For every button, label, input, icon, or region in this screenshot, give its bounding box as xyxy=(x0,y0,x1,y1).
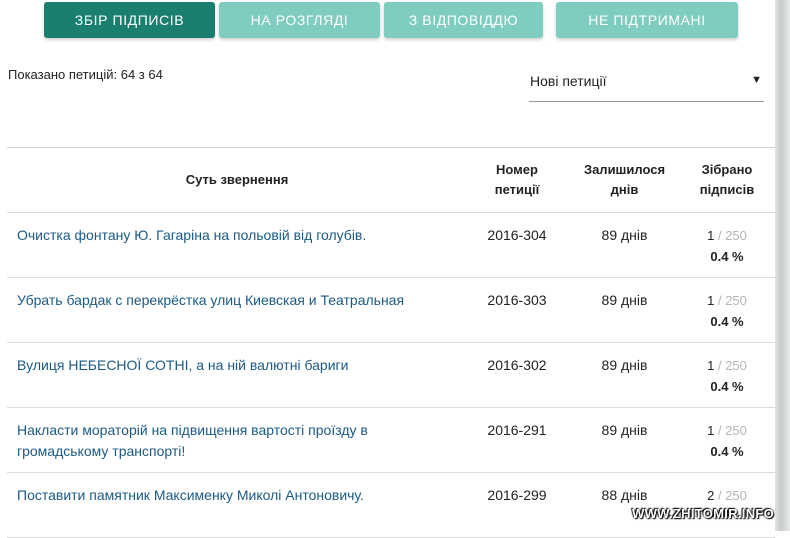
table-row: Вулиця НЕБЕСНОЇ СОТНІ, а на ній валютні … xyxy=(7,343,775,408)
tab-answered[interactable]: З відповіддю xyxy=(384,2,543,38)
signatures-cell: 1 / 250 0.4 % xyxy=(687,290,767,332)
petition-number: 2016-304 xyxy=(487,227,547,243)
petition-number: 2016-302 xyxy=(487,357,547,373)
days-left: 89 днів xyxy=(601,422,648,438)
header-number: Номер петиції xyxy=(494,162,540,197)
petition-link[interactable]: Очистка фонтану Ю. Гагаріна на польовій … xyxy=(17,227,366,243)
signature-separator: / xyxy=(714,293,726,308)
signature-separator: / xyxy=(714,488,726,503)
signature-separator: / xyxy=(714,423,726,438)
signatures-cell: 1 / 250 0.4 % xyxy=(687,225,767,267)
signature-goal: 250 xyxy=(725,423,747,438)
table-row: Накласти мораторій на підвищення вартост… xyxy=(7,408,775,473)
site-watermark: WWW.ZHITOMIR.INFO xyxy=(632,506,775,521)
signature-percent: 0.4 % xyxy=(710,444,744,459)
petitions-count-text: Показано петицій: 64 з 64 xyxy=(8,67,163,82)
petition-link[interactable]: Вулиця НЕБЕСНОЇ СОТНІ, а на ній валютні … xyxy=(17,357,348,373)
signature-goal: 250 xyxy=(725,488,747,503)
petition-link[interactable]: Поставити памятник Максименку Миколі Ант… xyxy=(17,487,364,503)
signature-goal: 250 xyxy=(725,228,747,243)
signature-percent: 0.4 % xyxy=(710,249,744,264)
days-left: 89 днів xyxy=(601,227,648,243)
sort-select[interactable]: Нові петиції ▼ xyxy=(529,64,764,102)
petition-link[interactable]: Убрать бардак с перекрёстка улиц Киевска… xyxy=(17,292,404,308)
petition-number: 2016-299 xyxy=(487,487,547,503)
tab-under-review[interactable]: На розгляді xyxy=(219,2,380,38)
tab-not-supported[interactable]: Не підтримані xyxy=(556,2,738,38)
header-signatures: Зібрано підписів xyxy=(699,162,755,197)
header-days: Залишилося днів xyxy=(583,162,666,197)
sort-selected-value: Нові петиції xyxy=(530,73,607,89)
signatures-cell: 1 / 250 0.4 % xyxy=(687,420,767,462)
table-row: Убрать бардак с перекрёстка улиц Киевска… xyxy=(7,278,775,343)
petition-link[interactable]: Накласти мораторій на підвищення вартост… xyxy=(17,422,368,459)
page-edge-background xyxy=(775,0,790,531)
days-left: 89 днів xyxy=(601,357,648,373)
signature-percent: 0.4 % xyxy=(710,379,744,394)
signature-separator: / xyxy=(714,228,726,243)
signature-goal: 250 xyxy=(725,358,747,373)
signature-percent: 0.4 % xyxy=(710,314,744,329)
petition-number: 2016-303 xyxy=(487,292,547,308)
signature-separator: / xyxy=(714,358,726,373)
triangle-down-icon: ▼ xyxy=(751,74,762,86)
table-row: Очистка фонтану Ю. Гагаріна на польовій … xyxy=(7,213,775,278)
table-header: Суть звернення Номер петиції Залишилося … xyxy=(7,148,775,213)
petitions-table: Суть звернення Номер петиції Залишилося … xyxy=(7,147,775,538)
days-left: 88 днів xyxy=(601,487,648,503)
days-left: 89 днів xyxy=(601,292,648,308)
header-title: Суть звернення xyxy=(185,172,289,187)
signatures-cell: 1 / 250 0.4 % xyxy=(687,355,767,397)
petition-number: 2016-291 xyxy=(487,422,547,438)
signature-goal: 250 xyxy=(725,293,747,308)
tab-collecting-signatures[interactable]: Збір підписів xyxy=(44,2,215,38)
signatures-cell: 2 / 250 xyxy=(687,485,767,506)
